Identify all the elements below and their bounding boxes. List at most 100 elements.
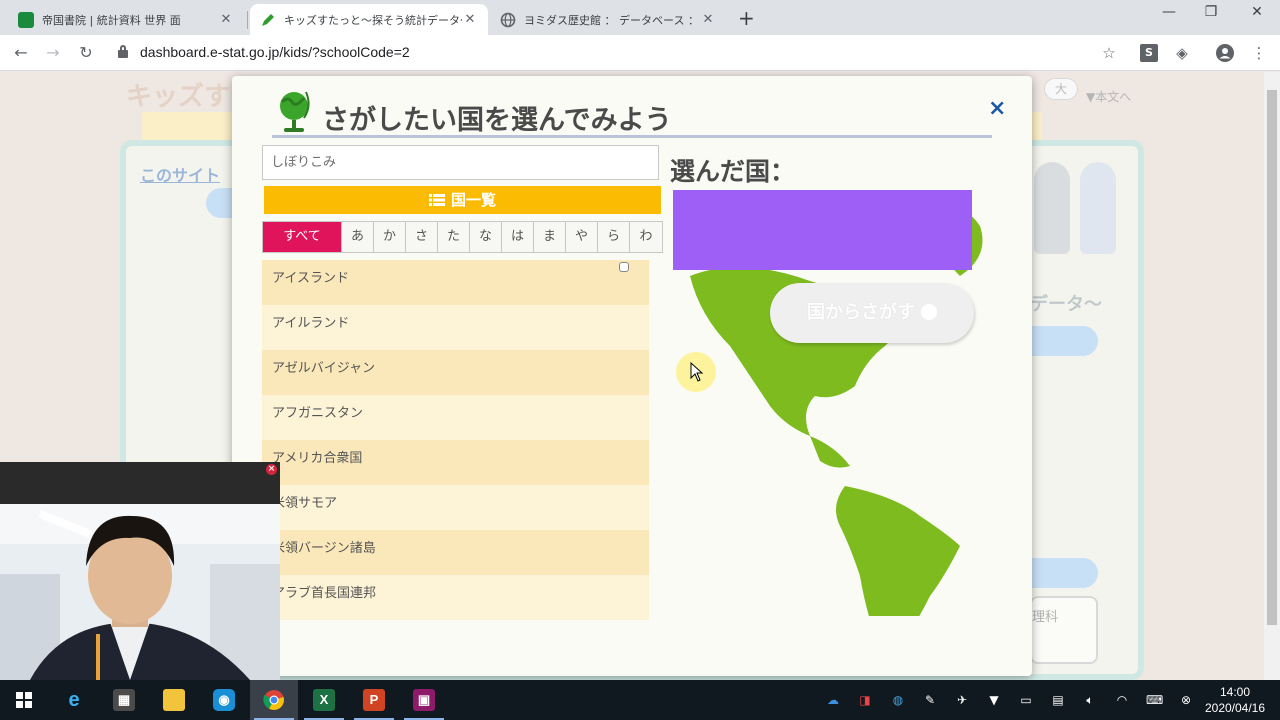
window-close-button[interactable]: ✕ <box>1234 4 1280 20</box>
site-logo: キッズす <box>126 82 231 112</box>
tab-divider <box>247 11 248 29</box>
pdf-icon[interactable]: ◨ <box>857 692 873 708</box>
display-icon[interactable]: ▤ <box>1050 692 1066 708</box>
scroll-up-arrow-icon[interactable] <box>619 262 629 272</box>
browser-tab-yomidas[interactable]: ヨミダス歴史館 ： データベース ： YC ✕ <box>490 4 726 35</box>
keyboard-icon[interactable]: ⌨ <box>1146 692 1163 708</box>
kana-tab-ta[interactable]: た <box>438 222 470 252</box>
science-label: 理科 <box>1032 610 1059 625</box>
battery-icon[interactable]: ▭ <box>1018 692 1034 708</box>
kana-tab-sa[interactable]: さ <box>406 222 438 252</box>
search-by-country-button[interactable]: 国からさがす <box>770 283 974 343</box>
chrome-menu-icon[interactable]: ⋮ <box>1250 44 1268 62</box>
country-select-modal: さがしたい国を選んでみよう × 国一覧 すべて あ か さ た な は ま や … <box>232 76 1032 676</box>
country-item-usa[interactable]: アメリカ合衆国 <box>262 440 649 485</box>
windows-logo-icon <box>16 692 32 708</box>
country-list[interactable]: アイスランド アイルランド アゼルバイジャン アフガニスタン アメリカ合衆国 米… <box>262 260 659 620</box>
shield-icon[interactable]: ▼ <box>986 692 1002 708</box>
extension-s-icon[interactable]: S <box>1140 44 1158 62</box>
country-item-us-virgin-islands[interactable]: 米領バージン諸島 <box>262 530 649 575</box>
webcam-close-icon[interactable]: × <box>266 464 277 475</box>
webcam-title-bar[interactable] <box>0 462 280 504</box>
browser-toolbar: ← → ↻ dashboard.e-stat.go.jp/kids/?schoo… <box>0 35 1280 71</box>
country-item-uae[interactable]: アラブ首長国連邦 <box>262 575 649 620</box>
country-item-ireland[interactable]: アイルランド <box>262 305 649 350</box>
calculator-icon[interactable]: ▦ <box>100 680 148 720</box>
input-method-icon[interactable]: ⊗ <box>1178 692 1194 708</box>
system-clock[interactable]: 14:00 2020/04/16 <box>1200 684 1270 716</box>
scrollbar-thumb[interactable] <box>1267 90 1277 625</box>
forward-arrow-icon[interactable]: → <box>42 42 64 64</box>
country-item-afghanistan[interactable]: アフガニスタン <box>262 395 649 440</box>
wifi-icon[interactable]: ◠ <box>1114 692 1130 708</box>
kana-tab-a[interactable]: あ <box>342 222 374 252</box>
clock-time: 14:00 <box>1219 685 1251 699</box>
font-size-large-button[interactable]: 大 <box>1044 78 1078 100</box>
kana-tab-ka[interactable]: か <box>374 222 406 252</box>
tab-title: 帝国書院 | 統計資料 世界 面 <box>42 13 181 27</box>
globe-icon <box>278 88 312 136</box>
profile-avatar-icon[interactable] <box>1216 44 1234 62</box>
list-icon <box>428 187 445 206</box>
tab-title: キッズすたっと～探そう統計データ～ <box>284 13 462 27</box>
reload-icon[interactable]: ↻ <box>75 42 97 64</box>
book-favicon-icon <box>18 11 34 28</box>
tab-close-icon[interactable]: ✕ <box>462 12 478 27</box>
clock-date: 2020/04/16 <box>1204 701 1266 715</box>
boy-illustration <box>1034 162 1070 254</box>
tab-close-icon[interactable]: ✕ <box>700 12 716 27</box>
about-site-link[interactable]: このサイト <box>140 162 220 186</box>
kana-tab-na[interactable]: な <box>470 222 502 252</box>
chrome-taskbar-icon[interactable] <box>250 680 298 720</box>
kana-tab-ha[interactable]: は <box>502 222 534 252</box>
tray-app-icon[interactable]: ✎ <box>922 692 938 708</box>
new-tab-button[interactable]: + <box>738 6 755 30</box>
country-list-header-label: 国一覧 <box>450 191 496 209</box>
kana-tab-all[interactable]: すべて <box>263 222 342 252</box>
webcam-video <box>0 504 280 680</box>
browser-tab-teikoku[interactable]: 帝国書院 | 統計資料 世界 面 ✕ <box>8 4 244 35</box>
onedrive-icon[interactable]: ☁ <box>825 692 841 708</box>
extension-icon[interactable]: ◈ <box>1173 44 1191 62</box>
selected-country-display <box>673 190 972 270</box>
bookmark-star-icon[interactable]: ☆ <box>1100 44 1118 62</box>
kana-tab-wa[interactable]: わ <box>630 222 662 252</box>
browser-tab-kids-stat[interactable]: キッズすたっと～探そう統計データ～ ✕ <box>250 4 488 35</box>
kana-tab-ma[interactable]: ま <box>534 222 566 252</box>
kana-tab-ya[interactable]: や <box>566 222 598 252</box>
volume-icon[interactable]: 🔈︎ <box>1082 692 1098 708</box>
skip-to-content-link[interactable]: ▼本文へ <box>1086 88 1131 105</box>
internet-explorer-icon[interactable]: e <box>50 680 98 720</box>
start-button[interactable] <box>0 680 48 720</box>
modal-close-button[interactable]: × <box>988 96 1006 121</box>
search-by-country-label: 国からさがす <box>807 302 915 323</box>
pencil-favicon-icon <box>260 12 276 28</box>
network-globe-icon[interactable]: ◍ <box>890 692 906 708</box>
background-pill-button[interactable] <box>1030 326 1098 356</box>
excel-icon[interactable]: X <box>300 680 348 720</box>
science-card[interactable]: 理科 <box>1030 596 1098 664</box>
powerpoint-icon[interactable]: P <box>350 680 398 720</box>
filter-input[interactable] <box>262 145 659 180</box>
address-bar[interactable]: dashboard.e-stat.go.jp/kids/?schoolCode=… <box>140 44 410 60</box>
country-list-scrollbar[interactable] <box>619 262 629 620</box>
country-item-azerbaijan[interactable]: アゼルバイジャン <box>262 350 649 395</box>
tab-close-icon[interactable]: ✕ <box>218 12 234 27</box>
file-explorer-icon[interactable] <box>150 680 198 720</box>
modal-title: さがしたい国を選んでみよう <box>322 105 672 136</box>
background-pill-button[interactable] <box>1030 558 1098 588</box>
video-app-icon[interactable]: ▣ <box>400 680 448 720</box>
selected-country-label: 選んだ国： <box>670 157 796 186</box>
kana-tab-ra[interactable]: ら <box>598 222 630 252</box>
country-item-iceland[interactable]: アイスランド <box>262 260 649 305</box>
lock-icon <box>118 45 128 58</box>
back-arrow-icon[interactable]: ← <box>10 42 32 64</box>
restore-button[interactable]: ❐ <box>1188 4 1234 20</box>
blue-app-icon[interactable]: ◉ <box>200 680 248 720</box>
satellite-icon[interactable]: ✈ <box>954 692 970 708</box>
country-item-american-samoa[interactable]: 米領サモア <box>262 485 649 530</box>
page-scrollbar[interactable] <box>1264 72 1280 680</box>
chrome-logo-icon <box>263 690 284 710</box>
minimize-button[interactable]: — <box>1146 4 1192 20</box>
tab-title: ヨミダス歴史館 ： データベース ： YC <box>524 13 700 27</box>
